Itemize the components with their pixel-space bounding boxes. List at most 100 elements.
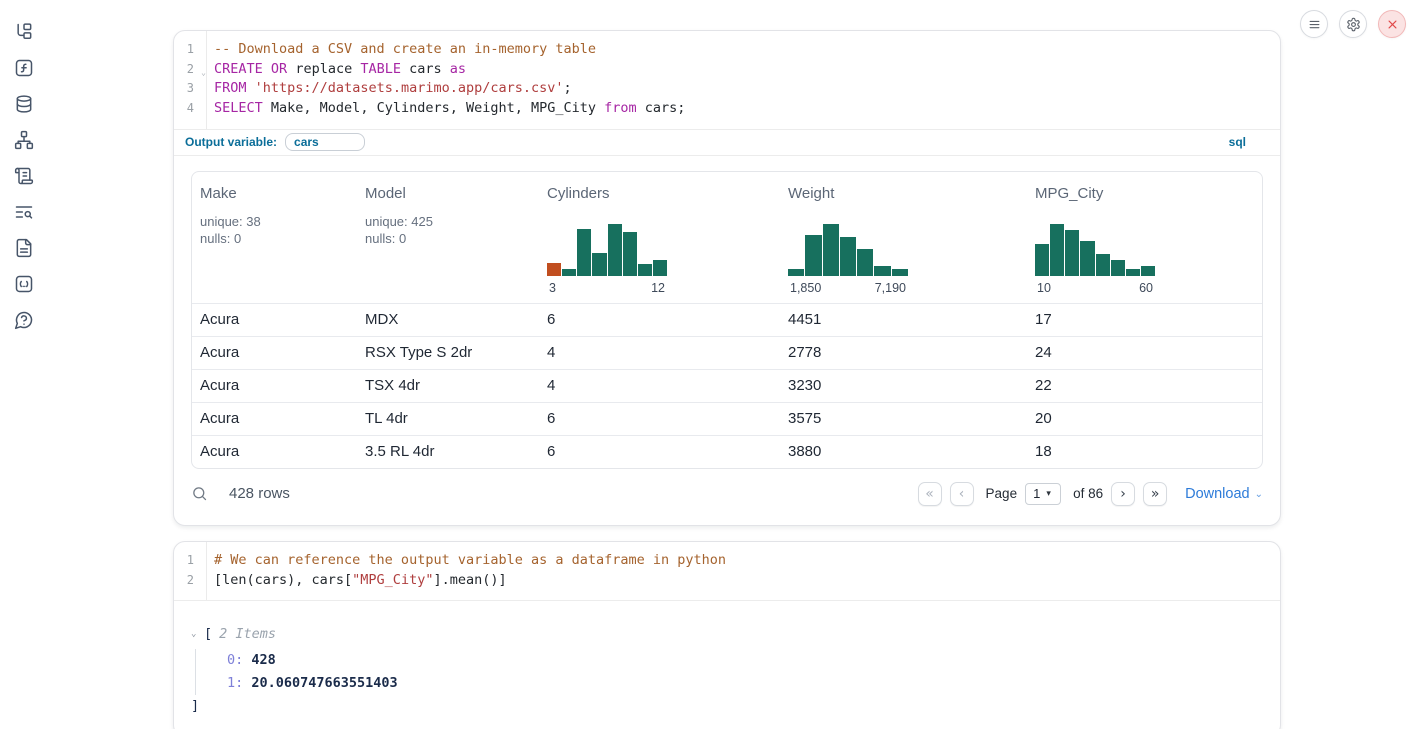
histogram-bar[interactable] — [788, 269, 804, 276]
pagination: «‹Page1▾of 86›» — [918, 482, 1168, 506]
code-text: -- Download a CSV and create an in-memor… — [206, 40, 596, 60]
histogram-bar[interactable] — [874, 266, 890, 276]
histogram-bar[interactable] — [608, 224, 622, 276]
line-number: 3 — [174, 79, 206, 99]
histogram-bar[interactable] — [1035, 244, 1049, 276]
sidebar-item-database[interactable] — [14, 94, 34, 114]
last-page-icon: » — [1151, 486, 1160, 502]
page-select-value: 1 — [1033, 486, 1040, 501]
histogram-bar[interactable] — [857, 249, 873, 276]
histogram-bar[interactable] — [562, 269, 576, 276]
histogram-axis-labels: 312 — [547, 281, 667, 295]
sidebar-item-file-text[interactable] — [14, 238, 34, 258]
histogram-bar[interactable] — [653, 260, 667, 276]
collapse-chevron-icon[interactable]: ⌄ — [191, 629, 201, 639]
column-label: Cylinders — [547, 185, 772, 202]
code-text: # We can reference the output variable a… — [206, 551, 726, 571]
histogram-bar[interactable] — [892, 269, 908, 276]
menu-button[interactable] — [1300, 10, 1328, 38]
histogram-bar[interactable] — [1141, 266, 1155, 276]
histogram-cylinders[interactable] — [547, 224, 667, 276]
close-button[interactable] — [1378, 10, 1406, 38]
first-page-icon: « — [925, 486, 934, 502]
sql-code-editor[interactable]: 1-- Download a CSV and create an in-memo… — [174, 31, 1280, 129]
search-icon[interactable] — [191, 485, 209, 503]
table-cell: 18 — [1027, 436, 1262, 468]
sidebar-item-function-square[interactable] — [14, 58, 34, 78]
sidebar-item-dependency-graph[interactable] — [14, 130, 34, 150]
download-button[interactable]: Download ⌄ — [1185, 486, 1263, 502]
column-header-weight[interactable]: Weight 1,8507,190 — [780, 172, 1027, 303]
chevron-down-icon: ⌄ — [1255, 489, 1263, 500]
histogram-bar[interactable] — [577, 229, 591, 276]
column-header-make[interactable]: Make unique: 38nulls: 0 — [192, 172, 357, 303]
close-bracket: ] — [191, 698, 1280, 714]
item-index: 0: — [227, 652, 251, 668]
table-cell: 3880 — [780, 436, 1027, 468]
histogram-bar[interactable] — [547, 263, 561, 276]
table-header-row: Make unique: 38nulls: 0Modelunique: 425nu… — [192, 172, 1262, 303]
histogram-bar[interactable] — [1050, 224, 1064, 276]
page-select[interactable]: 1▾ — [1025, 483, 1061, 505]
histogram-bar[interactable] — [638, 264, 652, 276]
list-search-icon — [14, 202, 34, 222]
code-line: 4SELECT Make, Model, Cylinders, Weight, … — [174, 99, 1280, 119]
table-cell: 4451 — [780, 304, 1027, 336]
settings-button[interactable] — [1339, 10, 1367, 38]
output-variable-input[interactable] — [285, 133, 365, 151]
histogram-bar[interactable] — [623, 232, 637, 276]
next-page-button[interactable]: › — [1111, 482, 1135, 506]
table-row: Acura3.5 RL 4dr6388018 — [192, 435, 1262, 468]
sidebar-item-snippets[interactable] — [14, 274, 34, 294]
histogram-bar[interactable] — [1126, 269, 1140, 276]
prev-page-button[interactable]: ‹ — [950, 482, 974, 506]
prev-page-icon: ‹ — [959, 486, 965, 502]
histogram-bar[interactable] — [840, 237, 856, 276]
output-tree-head: ⌄ [ 2 Items — [191, 626, 1280, 642]
table-footer: 428 rows «‹Page1▾of 86›» Download ⌄ — [174, 469, 1280, 525]
table-cell: Acura — [192, 337, 357, 369]
histogram-bar[interactable] — [1080, 241, 1094, 276]
sidebar-item-file-tree[interactable] — [14, 22, 34, 42]
histogram-bar[interactable] — [1096, 254, 1110, 276]
histogram-bar[interactable] — [805, 235, 821, 276]
histogram-bar[interactable] — [592, 253, 606, 276]
table-cell: Acura — [192, 370, 357, 402]
histogram-bar[interactable] — [823, 224, 839, 276]
sidebar-item-scroll[interactable] — [14, 166, 34, 186]
code-text: SELECT Make, Model, Cylinders, Weight, M… — [206, 99, 685, 119]
column-header-cylinders[interactable]: Cylinders 312 — [539, 172, 780, 303]
table-row: AcuraMDX6445117 — [192, 303, 1262, 336]
code-line: 3FROM 'https://datasets.marimo.app/cars.… — [174, 79, 1280, 99]
column-stats: unique: 38nulls: 0 — [200, 213, 349, 247]
histogram-axis-labels: 1060 — [1035, 281, 1155, 295]
histogram-mpg-city[interactable] — [1035, 224, 1155, 276]
table-row: AcuraRSX Type S 2dr4277824 — [192, 336, 1262, 369]
file-tree-icon — [14, 22, 34, 42]
column-label: Weight — [788, 185, 1019, 202]
table-cell: TSX 4dr — [357, 370, 539, 402]
sidebar-item-list-search[interactable] — [14, 202, 34, 222]
table-cell: 22 — [1027, 370, 1262, 402]
column-label: Model — [365, 185, 531, 202]
histogram-axis-labels: 1,8507,190 — [788, 281, 908, 295]
code-text: CREATE OR replace TABLE cars as — [206, 60, 466, 80]
column-header-mpg-city[interactable]: MPG_City1060 — [1027, 172, 1262, 303]
table-cell: 6 — [539, 403, 780, 435]
column-header-model[interactable]: Modelunique: 425nulls: 0 — [357, 172, 539, 303]
python-code-editor[interactable]: 1# We can reference the output variable … — [174, 542, 1280, 600]
line-number: 1 — [174, 551, 206, 571]
table-cell: 4 — [539, 337, 780, 369]
output-items: 0: 4281: 20.060747663551403 — [195, 649, 1280, 695]
code-line: 2⌄CREATE OR replace TABLE cars as — [174, 60, 1280, 80]
histogram-weight[interactable] — [788, 224, 908, 276]
sidebar-item-help-circle[interactable] — [14, 310, 34, 330]
table-body: AcuraMDX6445117AcuraRSX Type S 2dr427782… — [192, 303, 1262, 468]
last-page-button[interactable]: » — [1143, 482, 1167, 506]
histogram-bar[interactable] — [1111, 260, 1125, 276]
first-page-button[interactable]: « — [918, 482, 942, 506]
column-label: Make — [200, 185, 349, 202]
table-cell: TL 4dr — [357, 403, 539, 435]
settings-icon — [1346, 17, 1361, 32]
histogram-bar[interactable] — [1065, 230, 1079, 276]
